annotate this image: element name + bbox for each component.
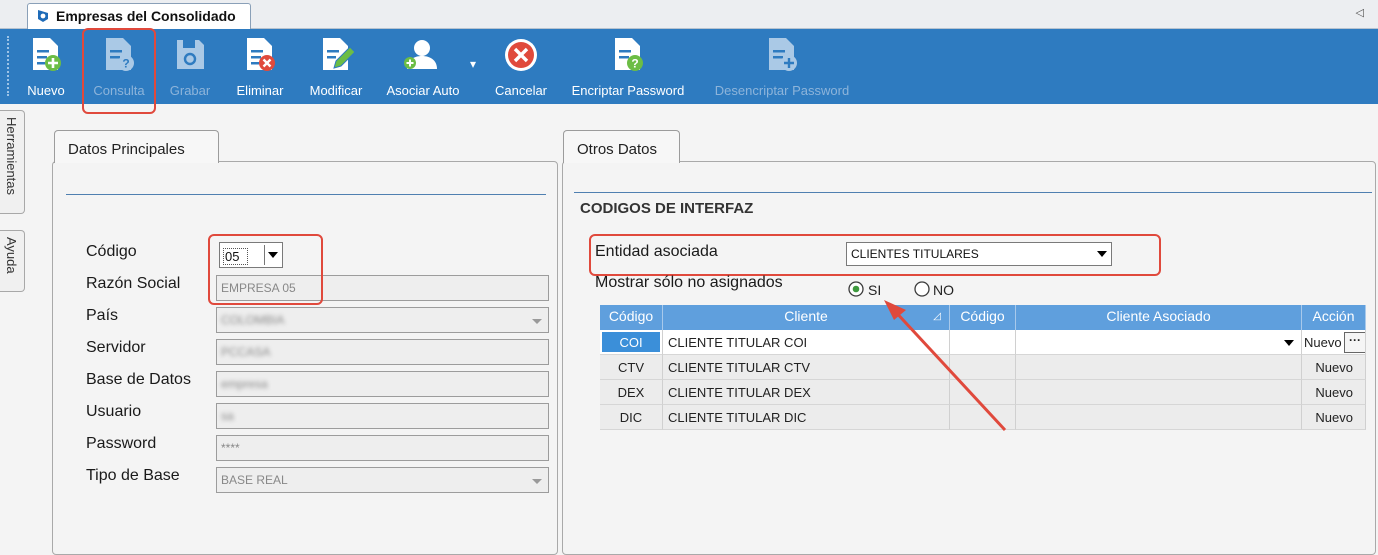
document-delete-icon [247, 38, 275, 71]
tab-scroll-left-icon[interactable]: ◁ [1356, 6, 1364, 19]
document-add-icon [769, 38, 797, 71]
row-cliente-asociado [1016, 355, 1302, 380]
column-header-accion[interactable]: Acción [1302, 305, 1366, 330]
save-icon [177, 40, 204, 69]
row-codigo: CTV [600, 355, 663, 380]
tab-datos-principales[interactable]: Datos Principales [54, 130, 219, 163]
entidad-highlight [589, 234, 1161, 276]
cancel-icon [505, 39, 537, 71]
encriptar-password-button[interactable]: ? Encriptar Password [560, 29, 696, 104]
row-cliente-asociado-select[interactable] [1016, 330, 1302, 355]
chevron-down-icon [532, 319, 542, 324]
row-codigo: DIC [600, 405, 663, 430]
section-title: CODIGOS DE INTERFAZ [580, 200, 754, 217]
svg-text:?: ? [631, 57, 638, 71]
servidor-label: Servidor [86, 339, 146, 356]
toolbar-grip[interactable] [7, 36, 11, 96]
nuevo-button[interactable]: Nuevo [18, 29, 74, 104]
ellipsis-button[interactable]: ··· [1344, 332, 1365, 353]
document-tab-title: Empresas del Consolidado [56, 8, 236, 24]
radio-si[interactable] [848, 281, 864, 297]
section-divider [66, 194, 546, 195]
asociar-auto-button[interactable]: Asociar Auto ▾ [378, 29, 476, 104]
password-label: Password [86, 435, 157, 452]
razon-social-label: Razón Social [86, 275, 181, 292]
tab-otros-datos[interactable]: Otros Datos [563, 130, 680, 163]
document-edit-icon [323, 38, 354, 70]
mostrar-no-asignados-label: Mostrar sólo no asignados [595, 274, 783, 291]
modificar-button[interactable]: Modificar [298, 29, 374, 104]
usuario-field[interactable]: sa [216, 403, 549, 429]
cancelar-button[interactable]: Cancelar [488, 29, 554, 104]
row-cliente-asociado [1016, 405, 1302, 430]
app-icon [38, 10, 48, 22]
toolbar: Nuevo ? Consulta Grabar Eliminar Modific… [0, 28, 1378, 114]
row-codigo: DEX [600, 380, 663, 405]
row-accion[interactable]: Nuevo ··· [1302, 330, 1366, 355]
tipo-base-select[interactable]: BASE REAL [216, 467, 549, 493]
codigo-label: Código [86, 243, 137, 260]
document-query-icon: ? [615, 38, 643, 71]
codigo-highlight [208, 234, 323, 305]
user-add-icon [404, 40, 437, 69]
desencriptar-password-button[interactable]: Desencriptar Password [700, 29, 864, 104]
section-divider [574, 192, 1372, 193]
row-codigo[interactable]: COI [602, 332, 660, 352]
chevron-down-icon [1284, 340, 1294, 346]
document-tab[interactable]: Empresas del Consolidado [27, 3, 251, 29]
row-accion[interactable]: Nuevo [1302, 405, 1366, 430]
row-cliente-asociado [1016, 380, 1302, 405]
row-accion[interactable]: Nuevo [1302, 380, 1366, 405]
annotation-arrow [884, 300, 1007, 432]
consulta-highlight [82, 28, 156, 114]
tipo-base-label: Tipo de Base [86, 467, 180, 484]
pais-select[interactable]: COLOMBIA [216, 307, 549, 333]
side-tab-ayuda[interactable]: Ayuda [0, 230, 25, 292]
pais-label: País [86, 307, 119, 324]
usuario-label: Usuario [86, 403, 142, 420]
side-tab-herramientas[interactable]: Herramientas [0, 110, 25, 214]
eliminar-button[interactable]: Eliminar [228, 29, 292, 104]
password-field[interactable]: **** [216, 435, 549, 461]
base-datos-label: Base de Datos [86, 371, 191, 388]
base-datos-field[interactable]: empresa [216, 371, 549, 397]
grabar-button[interactable]: Grabar [162, 29, 218, 104]
row-accion[interactable]: Nuevo [1302, 355, 1366, 380]
document-add-icon [33, 38, 61, 71]
asociar-dropdown-icon[interactable]: ▾ [470, 57, 476, 71]
chevron-down-icon [532, 479, 542, 484]
column-header-cliente-asociado[interactable]: Cliente Asociado [1016, 305, 1302, 330]
radio-checked-icon [848, 281, 864, 297]
servidor-field[interactable]: PCCASA [216, 339, 549, 365]
column-header-codigo[interactable]: Código [600, 305, 663, 330]
